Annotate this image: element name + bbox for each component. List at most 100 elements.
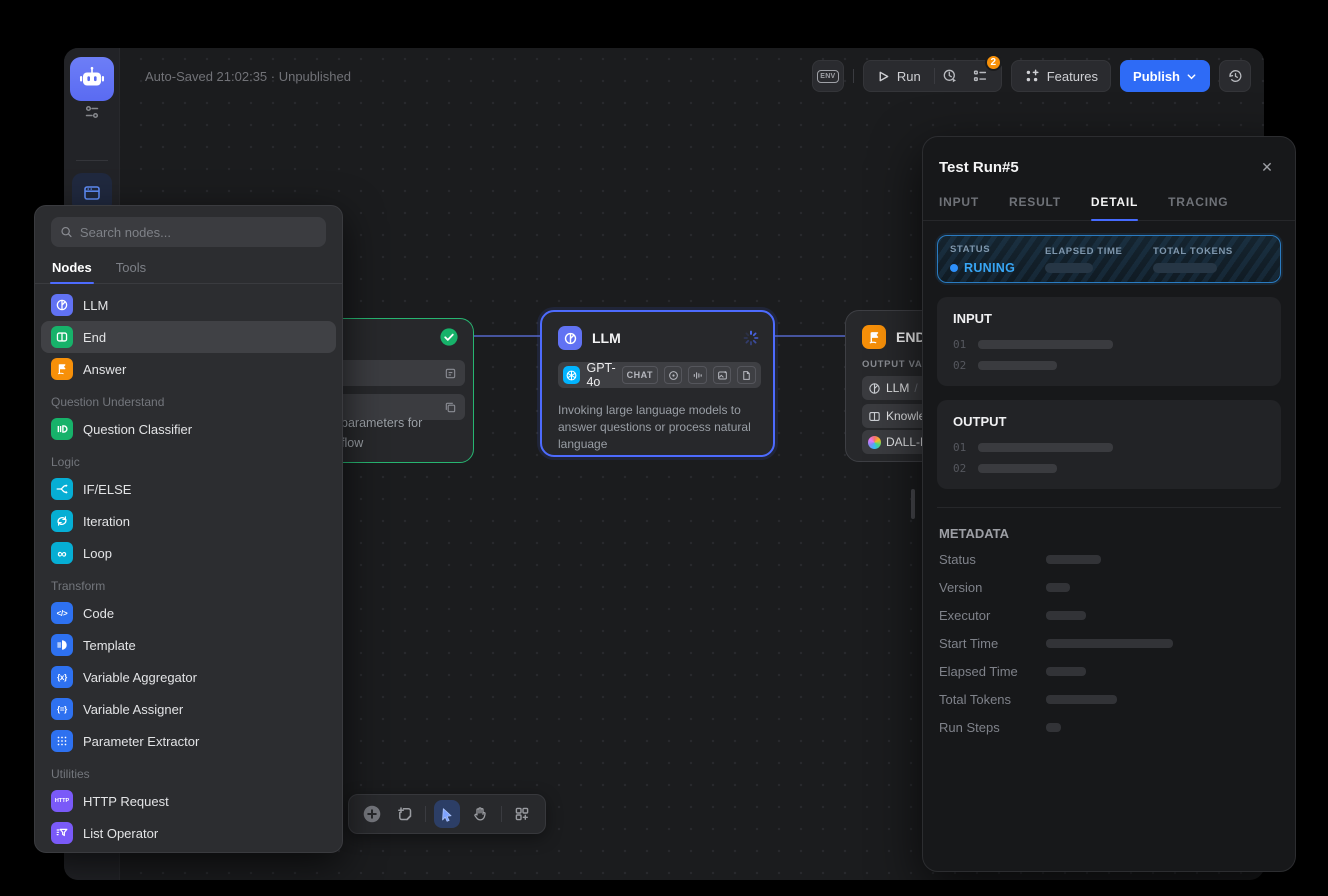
history-button[interactable] [1219,60,1251,92]
publish-button-label: Publish [1133,69,1180,84]
topbar-divider [853,69,854,83]
checklist-badge: 2 [985,54,1002,71]
node-item-llm[interactable]: LLM [41,289,336,321]
run-panel-title: Test Run#5 [939,159,1019,176]
llm-node[interactable]: LLM GPT-4o CHAT [540,310,775,457]
node-item-loop[interactable]: ∞ Loop [41,537,336,569]
add-node-button[interactable] [359,800,384,828]
schedule-button[interactable] [935,61,965,91]
metadata-row: Run Steps [937,713,1281,741]
chevron-down-icon [1186,71,1197,82]
hand-mode-button[interactable] [468,800,493,828]
node-group-header: Utilities [41,757,336,785]
add-note-button[interactable] [392,800,417,828]
node-item-variable-assigner[interactable]: {=} Variable Assigner [41,693,336,725]
tab-tracing[interactable]: TRACING [1168,195,1228,220]
search-icon [60,225,73,239]
node-panel-tabs: Nodes Tools [35,247,342,284]
status-label: STATUS [950,244,1035,255]
play-icon [877,70,890,83]
node-item-code[interactable]: </> Code [41,597,336,629]
metadata-skeleton [1046,583,1070,592]
edge-start-llm [474,335,540,337]
features-dots-plus-icon [1024,68,1040,84]
template-icon [51,634,73,656]
running-dot-icon [950,264,958,272]
metadata-row: Version [937,573,1281,601]
node-item-iteration[interactable]: Iteration [41,505,336,537]
output-row: 01 [953,441,1265,454]
metadata-skeleton [1046,611,1086,620]
metadata-row: Executor [937,601,1281,629]
image-icon [713,366,732,384]
input-skeleton [978,361,1057,370]
search-input-wrapper[interactable] [51,217,326,247]
elapsed-time-label: ELAPSED TIME [1045,246,1143,257]
metadata-skeleton [1046,555,1101,564]
organize-icon [514,806,530,822]
chat-mode-badge: CHAT [622,366,658,384]
code-icon: </> [51,602,73,624]
node-group-header: Transform [41,569,336,597]
organize-button[interactable] [510,800,535,828]
output-card-title: OUTPUT [953,414,1265,429]
tab-tools[interactable]: Tools [116,260,146,283]
copy-field-icon [444,401,457,414]
edge-llm-end [775,335,845,337]
loading-spinner-icon [743,330,759,346]
input-card: INPUT 01 02 [937,297,1281,386]
node-item-http-request[interactable]: HTTP HTTP Request [41,785,336,817]
paragraph-field-icon [444,367,457,380]
node-item-ifelse[interactable]: IF/ELSE [41,473,336,505]
env-button[interactable]: ENV [812,60,844,92]
panel-resize-handle[interactable] [911,489,915,519]
node-item-question-classifier[interactable]: Question Classifier [41,413,336,445]
publish-button[interactable]: Publish [1120,60,1210,92]
node-item-parameter-extractor[interactable]: Parameter Extractor [41,725,336,757]
iteration-cycle-icon [51,510,73,532]
output-card: OUTPUT 01 02 [937,400,1281,489]
node-search-panel: Nodes Tools LLM End Answer Question Unde… [34,205,343,853]
node-item-end[interactable]: End [41,321,336,353]
http-icon: HTTP [51,790,73,812]
output-row: 02 [953,462,1265,475]
sliders-icon[interactable] [84,104,100,120]
status-value: RUNING [950,261,1035,275]
hand-icon [472,806,488,822]
tab-input[interactable]: INPUT [939,195,979,220]
llm-node-title: LLM [592,330,733,346]
knowledge-book-icon [868,410,881,423]
audio-icon [688,366,707,384]
run-button[interactable]: Run [864,61,934,91]
metadata-row: Elapsed Time [937,657,1281,685]
model-name: GPT-4o [586,361,615,389]
metadata-row: Status [937,545,1281,573]
node-item-template[interactable]: Template [41,629,336,661]
variable-assigner-icon: {=} [51,698,73,720]
features-button[interactable]: Features [1011,60,1111,92]
node-item-variable-aggregator[interactable]: {x} Variable Aggregator [41,661,336,693]
robot-app-icon[interactable] [70,57,114,101]
close-icon[interactable]: ✕ [1255,155,1279,179]
search-input[interactable] [80,225,317,240]
vision-icon [664,366,683,384]
node-item-list-operator[interactable]: List Operator [41,817,336,849]
run-button-label: Run [897,69,921,84]
llm-icon [558,326,582,350]
tab-result[interactable]: RESULT [1009,195,1061,220]
answer-flag-icon [51,358,73,380]
model-selector[interactable]: GPT-4o CHAT [558,362,761,388]
tab-detail[interactable]: DETAIL [1091,195,1138,220]
add-note-icon [396,805,414,823]
node-item-answer[interactable]: Answer [41,353,336,385]
run-panel-tabs: INPUT RESULT DETAIL TRACING [923,179,1295,221]
checklist-icon [972,68,988,84]
checklist-button[interactable]: 2 [965,61,995,91]
output-skeleton [978,464,1057,473]
llm-node-description: Invoking large language models to answer… [558,402,763,453]
tab-nodes[interactable]: Nodes [52,260,92,283]
node-group-header: Question Understand [41,385,336,413]
pointer-mode-button[interactable] [434,800,459,828]
infinity-icon: ∞ [51,542,73,564]
input-skeleton [978,340,1113,349]
